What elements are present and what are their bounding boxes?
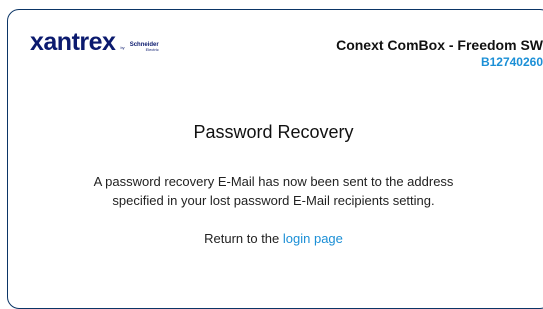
message-line-2: specified in your lost password E-Mail r… <box>112 193 435 208</box>
recovery-card: xantrex by Schneider Electric Conext Com… <box>7 9 543 309</box>
message-line-1: A password recovery E-Mail has now been … <box>93 174 454 189</box>
logo-brand: xantrex <box>30 28 116 56</box>
logo-partner-sub: Electric <box>145 47 159 52</box>
device-name: Conext ComBox - Freedom SW <box>336 37 543 53</box>
device-serial: B12740260 <box>480 55 543 69</box>
schneider-logo: Schneider Electric <box>130 42 159 52</box>
device-info: Conext ComBox - Freedom SW B12740260 <box>336 36 543 70</box>
recovery-message: A password recovery E-Mail has now been … <box>0 172 543 210</box>
return-line: Return to the login page <box>0 230 543 248</box>
page-title: Password Recovery <box>193 122 354 142</box>
xantrex-logo: xantrex by Schneider Electric <box>30 30 159 55</box>
logo-by: by <box>120 45 125 50</box>
return-prefix: Return to the <box>204 231 280 246</box>
login-page-link[interactable]: login page <box>283 231 343 246</box>
